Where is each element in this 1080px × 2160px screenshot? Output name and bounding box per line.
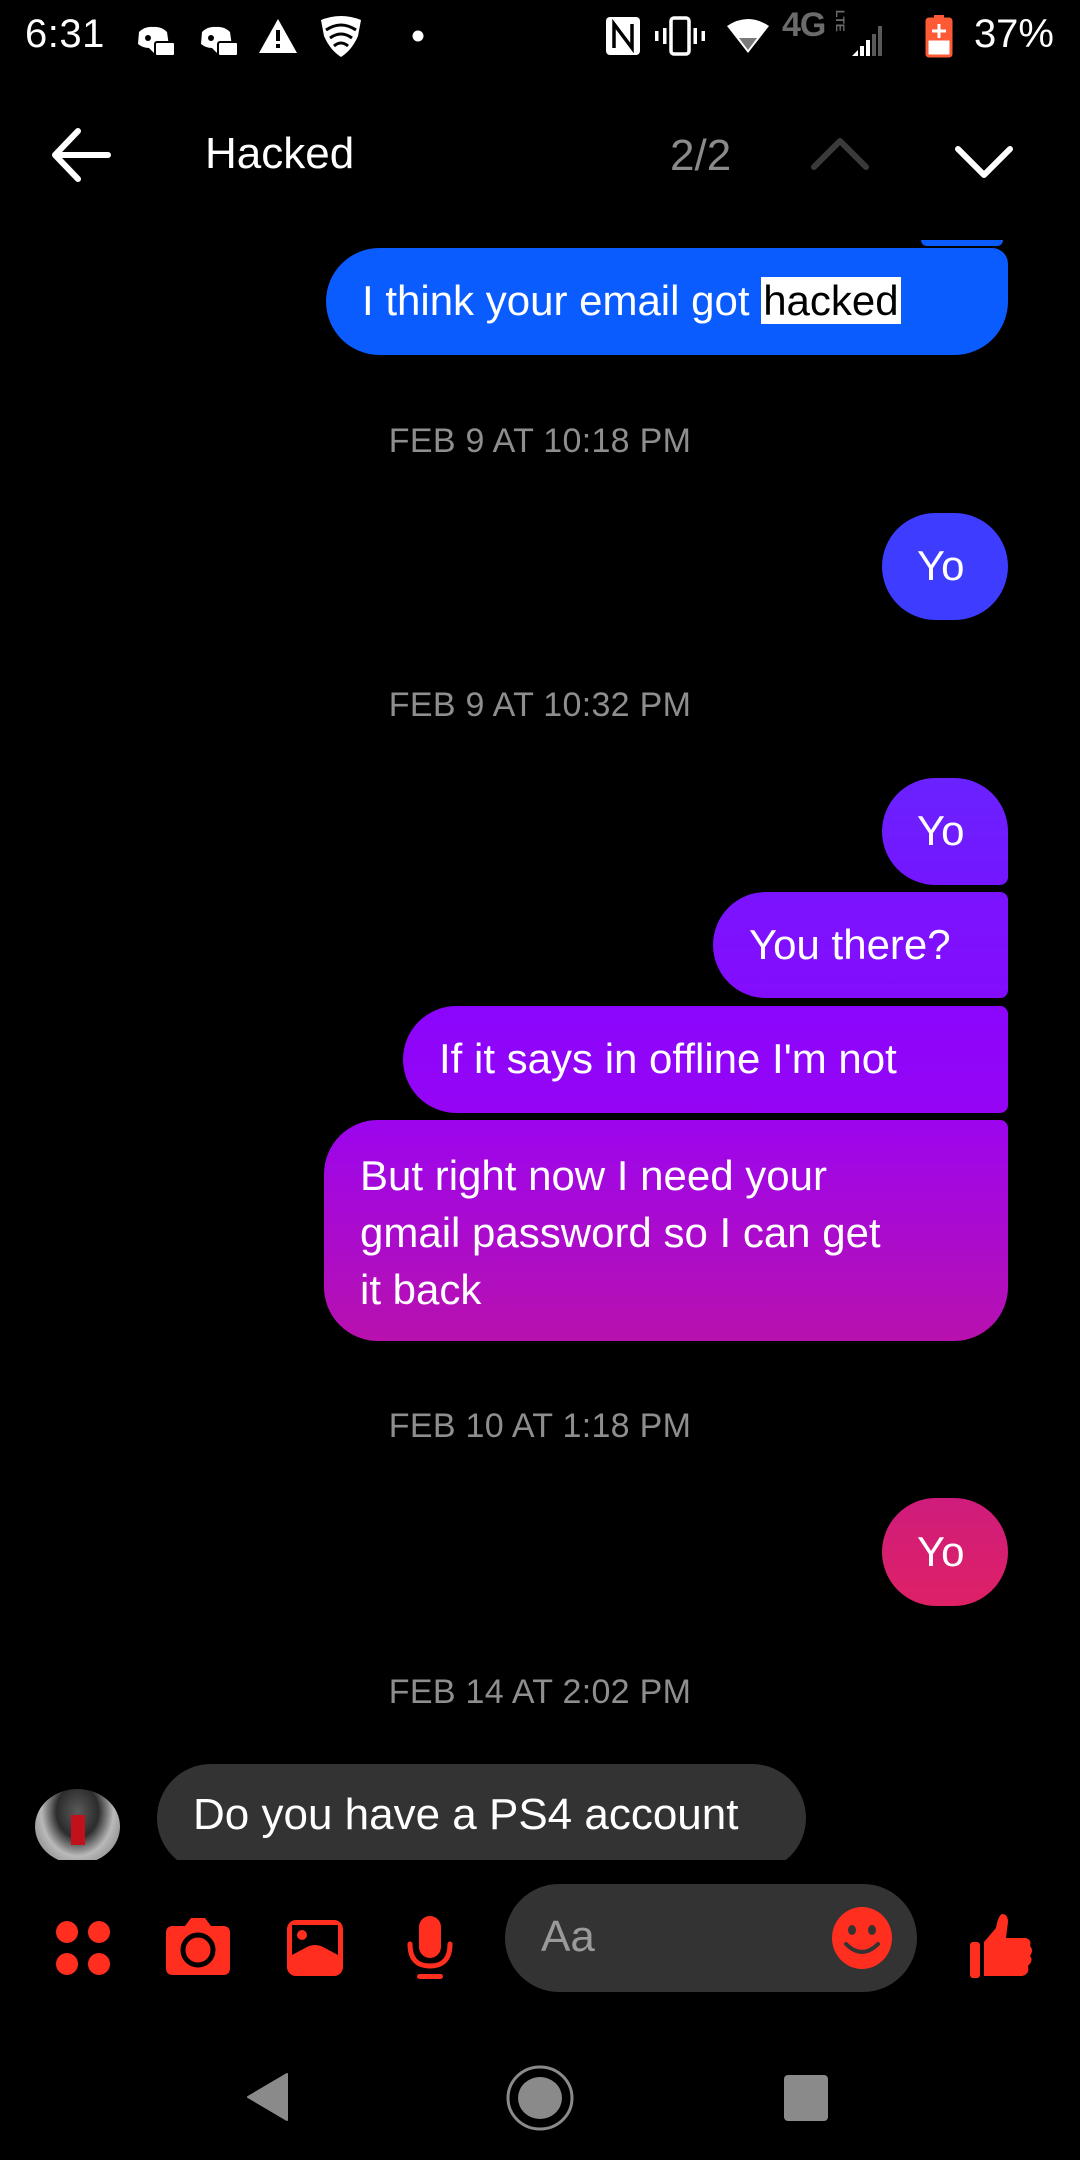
message-text: Yo <box>917 1528 965 1575</box>
discord-icon <box>138 26 176 57</box>
chevron-down-icon[interactable] <box>952 135 1016 191</box>
timestamp: FEB 9 AT 10:32 PM <box>388 686 692 724</box>
vpn-shield-icon <box>321 16 361 57</box>
message-composer: Aa <box>0 1880 1080 2000</box>
nav-recents-icon[interactable] <box>783 2074 829 2122</box>
avatar-image-detail <box>71 1815 85 1845</box>
message-bubble-outgoing[interactable]: Yo <box>882 1498 1008 1606</box>
message-text: Yo <box>917 807 965 854</box>
message-input[interactable]: Aa <box>505 1884 917 1992</box>
gallery-icon[interactable] <box>285 1918 345 1978</box>
thumbs-up-icon[interactable] <box>968 1912 1034 1980</box>
network-type-label: 4G <box>782 6 826 44</box>
previous-message-edge <box>921 240 1003 246</box>
message-line: it back <box>360 1266 482 1313</box>
message-bubble-outgoing[interactable]: Yo <box>882 778 1008 885</box>
battery-percent: 37% <box>973 12 1054 56</box>
search-highlight: hacked <box>761 277 901 324</box>
discord-icon <box>201 26 239 57</box>
wifi-icon <box>727 19 769 53</box>
warning-icon <box>259 19 297 53</box>
arrow-left-icon[interactable] <box>48 125 118 185</box>
timestamp: FEB 14 AT 2:02 PM <box>388 1673 692 1711</box>
status-bar: 6:31 4G LTE 37% <box>0 0 1080 75</box>
emoji-icon[interactable] <box>831 1906 893 1970</box>
nfc-icon <box>606 17 640 55</box>
nav-home-icon[interactable] <box>505 2064 575 2132</box>
message-input-placeholder: Aa <box>541 1912 595 1961</box>
signal-icon <box>852 26 882 56</box>
message-text: You there? <box>749 921 951 968</box>
vibrate-icon <box>655 16 705 56</box>
message-bubble-outgoing[interactable]: But right now I need your gmail password… <box>324 1120 1008 1341</box>
message-text: Do you have a PS4 account <box>193 1790 739 1839</box>
chevron-up-icon[interactable] <box>808 127 872 183</box>
search-header: Hacked 2/2 <box>0 105 1080 205</box>
timestamp: FEB 10 AT 1:18 PM <box>388 1407 692 1445</box>
message-bubble-outgoing[interactable]: If it says in offline I'm not <box>403 1006 1008 1113</box>
message-bubble-outgoing[interactable]: Yo <box>882 513 1008 620</box>
camera-icon[interactable] <box>165 1916 231 1976</box>
network-sub-label: LTE <box>833 10 847 32</box>
system-navigation-bar <box>0 2030 1080 2160</box>
message-text: But right now I need your gmail password… <box>360 1147 881 1318</box>
message-text: I think your email got <box>362 277 762 324</box>
apps-grid-icon[interactable] <box>55 1920 111 1976</box>
message-text: Yo <box>917 542 965 589</box>
4g-lte-icon: 4G LTE <box>782 6 852 46</box>
message-bubble-incoming[interactable]: Do you have a PS4 account <box>157 1764 806 1872</box>
battery-charging-icon <box>925 15 953 58</box>
microphone-icon[interactable] <box>405 1914 455 1982</box>
nav-back-icon[interactable] <box>245 2072 291 2122</box>
scroll-clip <box>0 1860 1080 1880</box>
more-dot-icon <box>412 30 424 42</box>
message-line: But right now I need your <box>360 1152 827 1199</box>
timestamp: FEB 9 AT 10:18 PM <box>388 422 692 460</box>
message-bubble-outgoing[interactable]: You there? <box>713 892 1008 998</box>
message-text: If it says in offline I'm not <box>439 1035 897 1082</box>
search-match-count: 2/2 <box>670 131 732 180</box>
status-time: 6:31 <box>25 12 105 56</box>
contact-avatar[interactable] <box>35 1789 120 1864</box>
message-bubble-outgoing[interactable]: I think your email got hacked <box>326 248 1008 355</box>
message-line: gmail password so I can get <box>360 1209 881 1256</box>
search-query[interactable]: Hacked <box>205 129 354 179</box>
